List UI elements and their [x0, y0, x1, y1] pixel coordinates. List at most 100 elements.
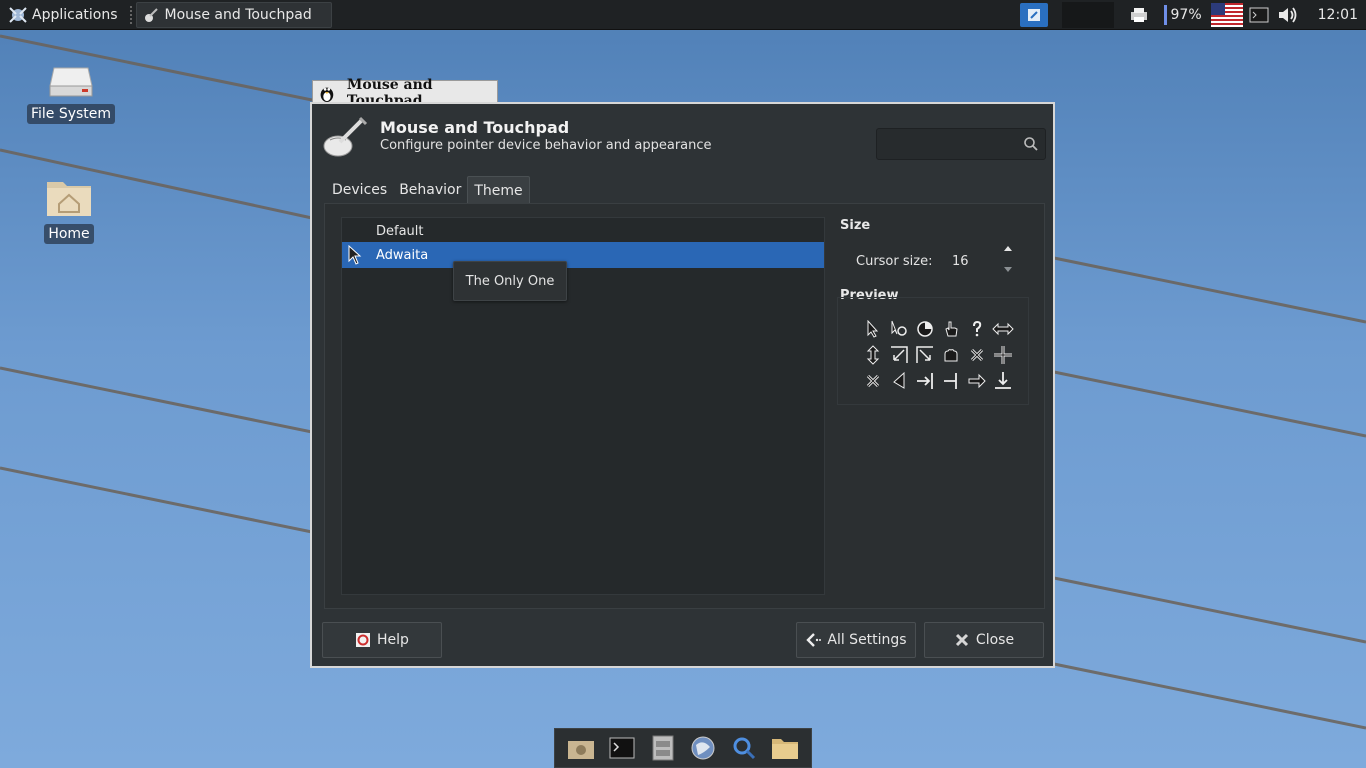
dialog-subtitle: Configure pointer device behavior and ap… — [380, 138, 712, 153]
volume-icon[interactable] — [1274, 0, 1302, 30]
taskbar-window-label: Mouse and Touchpad — [164, 6, 312, 23]
drive-icon — [49, 67, 93, 97]
clock[interactable]: 12:01 — [1318, 7, 1358, 23]
camera-icon — [568, 741, 595, 759]
battery-percent: 97% — [1170, 7, 1202, 23]
keyboard-layout-flag-icon[interactable] — [1210, 0, 1244, 30]
theme-name: Adwaita — [376, 247, 429, 263]
cursor-size-value[interactable]: 16 — [952, 254, 969, 269]
desktop-icon-file-system[interactable]: File System — [26, 64, 116, 124]
help-cursor-icon — [964, 316, 990, 342]
tab-label: Theme — [474, 182, 523, 199]
mouse-touchpad-window: Mouse and Touchpad Configure pointer dev… — [310, 102, 1055, 668]
search-icon — [733, 737, 756, 760]
busy-cursor-icon — [912, 316, 938, 342]
printer-glyph-icon — [1130, 8, 1147, 22]
busy-arrow-cursor-icon — [886, 316, 912, 342]
speaker-icon — [1278, 7, 1297, 23]
browser-icon — [691, 736, 715, 760]
close-icon — [955, 633, 968, 647]
dock-item-search[interactable] — [729, 733, 759, 763]
mouse-settings-icon — [323, 116, 368, 157]
dock-item-file-manager[interactable] — [648, 733, 678, 763]
dock-item-browser[interactable] — [688, 733, 718, 763]
theme-name: Default — [376, 223, 424, 239]
arrow-cursor-icon — [860, 316, 886, 342]
all-settings-button[interactable]: All Settings — [796, 622, 916, 658]
search-input[interactable] — [877, 129, 1017, 159]
resize-corner-nw-cursor-icon — [886, 342, 912, 368]
cursor-preview — [837, 297, 1029, 405]
terminal-glyph-icon — [1249, 7, 1269, 23]
hand-cursor-icon — [938, 316, 964, 342]
terminal-tray-icon[interactable] — [1244, 0, 1274, 30]
window-titlebar-tab[interactable]: Mouse and Touchpad — [312, 77, 498, 109]
help-button[interactable]: Help — [322, 622, 442, 658]
tab-behavior[interactable]: Behavior — [393, 176, 467, 204]
x-cursor-icon — [964, 342, 990, 368]
theme-row-default[interactable]: Default — [342, 218, 824, 244]
mouse-pointer-icon — [348, 245, 362, 265]
dialog-title: Mouse and Touchpad — [380, 118, 570, 137]
tux-icon — [320, 87, 334, 102]
us-flag-icon — [1210, 3, 1243, 27]
desktop-icon-label: File System — [26, 104, 116, 124]
dock-item-camera[interactable] — [566, 733, 596, 763]
theme-page: Default Adwaita The Only One Size Cursor… — [324, 203, 1045, 609]
file-manager-icon — [652, 735, 674, 761]
size-frame: Cursor size: 16 — [838, 240, 1030, 288]
all-settings-label: All Settings — [827, 632, 907, 648]
workspace-switcher-active[interactable] — [1019, 3, 1048, 27]
window-thumbnail-icon — [1027, 9, 1040, 21]
settings-search-box[interactable] — [876, 128, 1046, 160]
home-folder-icon — [47, 182, 91, 216]
tab-label: Behavior — [399, 182, 462, 198]
applications-menu-button[interactable]: Applications — [0, 0, 126, 30]
top-panel: Applications Mouse and Touchpad 97% 12:0… — [0, 0, 1366, 30]
dock-item-terminal[interactable] — [607, 733, 637, 763]
tab-bar: Devices Behavior Theme — [326, 176, 530, 204]
help-label: Help — [377, 632, 409, 648]
close-button[interactable]: Close — [924, 622, 1044, 658]
right-ptr-cursor-icon — [886, 368, 912, 394]
spin-up-icon[interactable] — [1003, 244, 1013, 252]
desktop-icon-label: Home — [44, 224, 94, 244]
system-tray: 97% 12:01 — [1019, 0, 1366, 30]
desktop-icon-home[interactable]: Home — [24, 176, 114, 244]
taskbar-window-button[interactable]: Mouse and Touchpad — [135, 1, 332, 28]
resize-vertical-cursor-icon — [860, 342, 886, 368]
battery-level-icon — [1163, 5, 1167, 25]
theme-tooltip: The Only One — [453, 261, 567, 301]
right-side-cursor-icon — [912, 368, 938, 394]
dock-item-folder[interactable] — [770, 733, 800, 763]
crosshair-cursor-icon — [990, 342, 1016, 368]
xfce-mouse-icon — [9, 6, 27, 23]
search-icon[interactable] — [1023, 136, 1039, 152]
cursor-preview-grid — [860, 316, 1016, 394]
pirate-cursor-icon — [860, 368, 886, 394]
spin-down-icon[interactable] — [1003, 266, 1013, 274]
cursor-size-label: Cursor size: — [856, 254, 933, 269]
bottom-side-cursor-icon — [990, 368, 1016, 394]
help-lifebuoy-icon — [356, 633, 371, 647]
resize-corner-ne-cursor-icon — [912, 342, 938, 368]
size-section-title: Size — [840, 218, 871, 233]
folder-icon — [771, 739, 798, 759]
left-side-tee-cursor-icon — [938, 368, 964, 394]
battery-indicator[interactable]: 97% — [1163, 0, 1210, 30]
close-label: Close — [975, 632, 1015, 648]
dialog-header: Mouse and Touchpad Configure pointer dev… — [312, 104, 1053, 170]
right-arrow-cursor-icon — [964, 368, 990, 394]
tab-theme[interactable]: Theme — [467, 176, 530, 204]
printer-icon[interactable] — [1124, 0, 1154, 30]
tab-devices[interactable]: Devices — [326, 176, 393, 204]
theme-row-adwaita[interactable]: Adwaita — [342, 242, 824, 268]
mouse-settings-icon — [144, 7, 158, 22]
dock — [554, 728, 812, 768]
grab-cursor-icon — [938, 342, 964, 368]
cursor-theme-list[interactable]: Default Adwaita The Only One — [341, 217, 825, 595]
terminal-icon — [609, 737, 635, 759]
workspace-switcher-empty[interactable] — [1061, 2, 1114, 28]
applications-label: Applications — [32, 6, 118, 23]
tab-label: Devices — [332, 182, 388, 198]
